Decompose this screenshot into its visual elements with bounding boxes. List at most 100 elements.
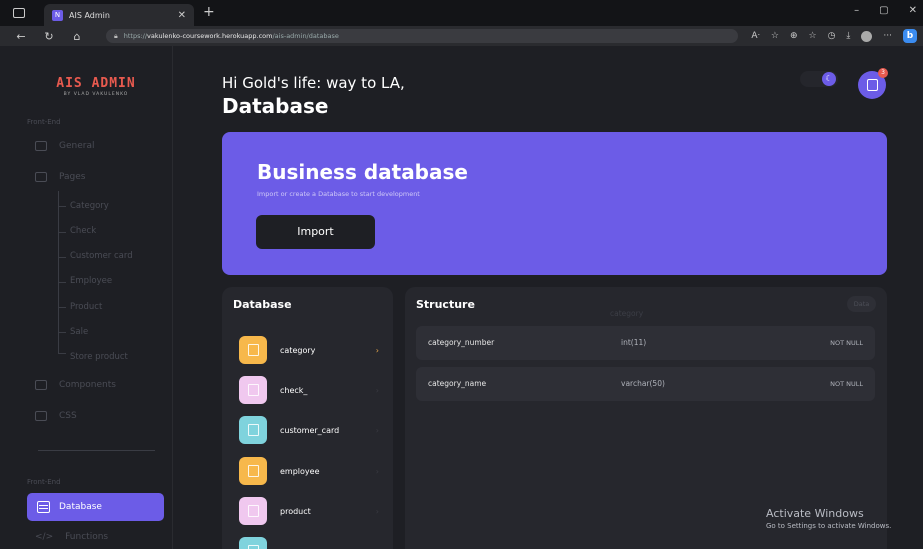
pages-icon (35, 172, 47, 182)
chevron-right-icon: › (375, 425, 379, 435)
address-bar: ← ↻ ⌂ 🔒︎ https://vakulenko-coursework.he… (0, 26, 923, 46)
code-icon: </> (35, 532, 54, 542)
table-name: category (280, 345, 316, 355)
theme-toggle[interactable]: ☾ (800, 71, 838, 87)
table-row: category_name varchar(50) NOT NULL (416, 367, 875, 401)
sidebar-subitem-customer-card[interactable]: Customer card (70, 251, 133, 261)
tree-branch (58, 307, 66, 308)
watermark-line-1: Activate Windows (766, 507, 864, 520)
tree-branch (58, 206, 66, 207)
table-name: customer_card (280, 425, 340, 435)
table-icon (239, 416, 267, 444)
table-item-category[interactable]: category › (239, 336, 379, 364)
table-name: check_ (280, 385, 308, 395)
url-path: /ais-admin/database (272, 32, 339, 40)
column-name: category_number (428, 338, 495, 347)
url-prefix: https:// (123, 32, 148, 40)
favicon-icon: N (52, 9, 63, 21)
notification-badge: 3 (878, 68, 888, 78)
read-aloud-icon[interactable]: Aᐧ (751, 31, 759, 41)
column-name: category_name (428, 379, 487, 388)
table-item-check[interactable]: check_ › (239, 376, 379, 404)
sidebar-item-general[interactable]: General (35, 141, 94, 151)
bing-icon[interactable]: b (903, 29, 917, 43)
favorites-icon[interactable]: ☆ (808, 31, 816, 41)
extensions-icon[interactable]: ⊕ (790, 31, 798, 41)
brand-name: AIS ADMIN (56, 76, 136, 91)
sidebar-item-label: Pages (59, 172, 86, 182)
sidebar-section-title: Front-End (27, 118, 61, 126)
sidebar-item-label: Components (59, 380, 116, 390)
sidebar-subitem-employee[interactable]: Employee (70, 276, 112, 286)
sidebar: AIS ADMIN BY VLAD VAKULENKO Front-End Ge… (18, 46, 173, 549)
table-name: employee (280, 466, 320, 476)
greeting-text: Hi Gold's life: way to LA, (222, 74, 405, 92)
sidebar-item-database[interactable]: Database (27, 493, 164, 521)
maximize-icon[interactable]: ▢ (879, 5, 888, 16)
hero-subtitle: Import or create a Database to start dev… (257, 190, 420, 198)
table-icon (239, 457, 267, 485)
tree-branch (58, 257, 66, 258)
close-tab-icon[interactable]: ✕ (178, 10, 186, 21)
sidebar-subitem-sale[interactable]: Sale (70, 327, 88, 337)
column-type: int(11) (621, 338, 647, 347)
database-panel: Database category › check_ › customer_ca… (222, 287, 393, 549)
home-icon[interactable]: ⌂ (70, 30, 84, 43)
browser-tab[interactable]: N AIS Admin ✕ (44, 4, 194, 26)
table-item-partial[interactable] (239, 537, 379, 549)
table-icon (239, 336, 267, 364)
sidebar-item-label: Functions (65, 532, 109, 542)
chevron-right-icon: › (375, 466, 379, 476)
sidebar-item-functions[interactable]: </> Functions (35, 532, 108, 542)
close-window-icon[interactable]: ✕ (909, 5, 917, 16)
table-row: category_number int(11) NOT NULL (416, 326, 875, 360)
components-icon (35, 380, 47, 390)
window-controls: – ▢ ✕ (854, 5, 917, 16)
back-icon[interactable]: ← (14, 30, 28, 43)
favorite-icon[interactable]: ☆ (771, 31, 779, 41)
table-icon (239, 376, 267, 404)
download-icon[interactable]: ⤓ (846, 31, 850, 41)
brand-logo[interactable]: AIS ADMIN BY VLAD VAKULENKO (56, 76, 136, 97)
sidebar-item-label: CSS (59, 411, 77, 421)
chevron-right-icon: › (375, 506, 379, 516)
table-item-customer-card[interactable]: customer_card › (239, 416, 379, 444)
hero-banner: Business database Import or create a Dat… (222, 132, 887, 275)
table-item-product[interactable]: product › (239, 497, 379, 525)
sidebar-section-title: Front-End (27, 478, 61, 486)
sidebar-subitem-product[interactable]: Product (70, 302, 102, 312)
sidebar-item-pages[interactable]: Pages (35, 172, 85, 182)
table-icon (239, 537, 267, 549)
refresh-icon[interactable]: ↻ (42, 30, 56, 43)
chevron-right-icon: › (375, 385, 379, 395)
minimize-icon[interactable]: – (854, 5, 859, 16)
sidebar-subitem-store-product[interactable]: Store product (70, 352, 128, 362)
watermark-line-2: Go to Settings to activate Windows. (766, 522, 892, 530)
sidebar-item-components[interactable]: Components (35, 380, 116, 390)
database-icon (37, 501, 50, 513)
structure-panel-title: Structure (416, 298, 475, 311)
sidebar-item-css[interactable]: CSS (35, 411, 77, 421)
url-input[interactable]: 🔒︎ https://vakulenko-coursework.herokuap… (106, 29, 738, 43)
data-button[interactable]: Data (847, 296, 876, 312)
sidebar-divider (38, 450, 155, 451)
sidebar-subitem-category[interactable]: Category (70, 201, 109, 211)
tab-actions-icon[interactable] (13, 8, 25, 18)
table-icon (239, 497, 267, 525)
profile-icon[interactable] (861, 30, 873, 42)
tree-branch (58, 282, 66, 283)
import-button[interactable]: Import (256, 215, 375, 249)
table-item-employee[interactable]: employee › (239, 457, 379, 485)
url-host: vakulenko-coursework.herokuapp.com (147, 32, 273, 40)
grid-icon (35, 141, 47, 151)
new-tab-icon[interactable]: + (203, 4, 215, 20)
sidebar-subitem-check[interactable]: Check (70, 226, 96, 236)
tree-line (58, 191, 59, 353)
brand-subtitle: BY VLAD VAKULENKO (63, 92, 129, 97)
notification-icon (866, 79, 878, 91)
lock-icon[interactable]: 🔒︎ (114, 32, 118, 41)
page-title: Database (222, 94, 329, 118)
history-icon[interactable]: ◷ (828, 31, 836, 41)
more-icon[interactable]: ··· (883, 31, 892, 41)
notification-button[interactable]: 3 (858, 68, 888, 99)
